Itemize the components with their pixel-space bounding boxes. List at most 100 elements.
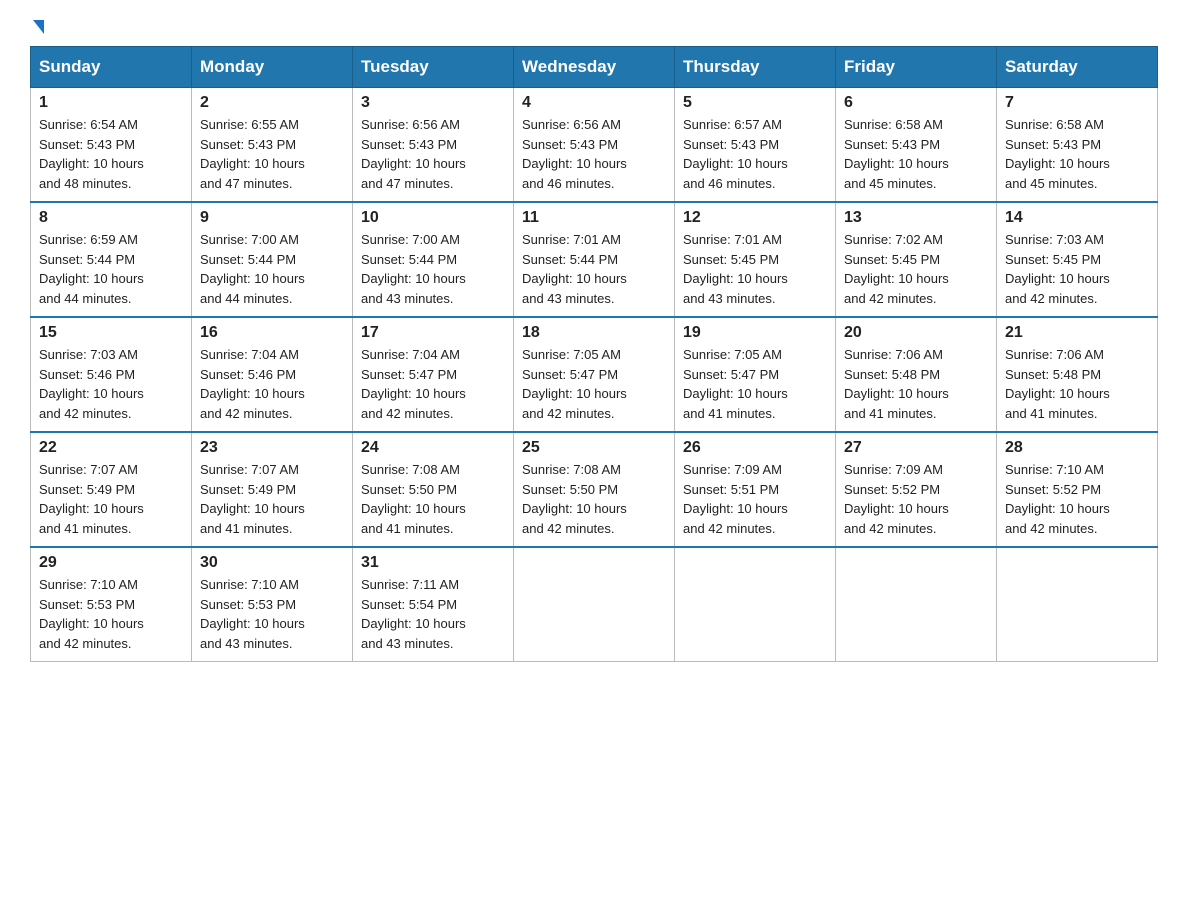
day-header-thursday: Thursday (675, 47, 836, 88)
day-info: Sunrise: 7:07 AMSunset: 5:49 PMDaylight:… (39, 462, 144, 536)
calendar-cell: 13 Sunrise: 7:02 AMSunset: 5:45 PMDaylig… (836, 202, 997, 317)
day-number: 22 (39, 439, 183, 457)
day-info: Sunrise: 7:07 AMSunset: 5:49 PMDaylight:… (200, 462, 305, 536)
day-number: 21 (1005, 324, 1149, 342)
day-info: Sunrise: 7:04 AMSunset: 5:46 PMDaylight:… (200, 347, 305, 421)
day-number: 13 (844, 209, 988, 227)
calendar-cell: 11 Sunrise: 7:01 AMSunset: 5:44 PMDaylig… (514, 202, 675, 317)
day-info: Sunrise: 7:10 AMSunset: 5:53 PMDaylight:… (39, 577, 144, 651)
calendar-cell: 21 Sunrise: 7:06 AMSunset: 5:48 PMDaylig… (997, 317, 1158, 432)
day-header-sunday: Sunday (31, 47, 192, 88)
day-info: Sunrise: 7:03 AMSunset: 5:46 PMDaylight:… (39, 347, 144, 421)
day-info: Sunrise: 7:08 AMSunset: 5:50 PMDaylight:… (361, 462, 466, 536)
day-number: 6 (844, 94, 988, 112)
day-number: 7 (1005, 94, 1149, 112)
day-info: Sunrise: 6:59 AMSunset: 5:44 PMDaylight:… (39, 232, 144, 306)
day-header-monday: Monday (192, 47, 353, 88)
day-number: 8 (39, 209, 183, 227)
calendar-cell: 10 Sunrise: 7:00 AMSunset: 5:44 PMDaylig… (353, 202, 514, 317)
week-row-5: 29 Sunrise: 7:10 AMSunset: 5:53 PMDaylig… (31, 547, 1158, 662)
day-info: Sunrise: 7:10 AMSunset: 5:52 PMDaylight:… (1005, 462, 1110, 536)
day-info: Sunrise: 7:02 AMSunset: 5:45 PMDaylight:… (844, 232, 949, 306)
day-number: 17 (361, 324, 505, 342)
day-header-tuesday: Tuesday (353, 47, 514, 88)
day-info: Sunrise: 7:05 AMSunset: 5:47 PMDaylight:… (522, 347, 627, 421)
calendar-cell: 4 Sunrise: 6:56 AMSunset: 5:43 PMDayligh… (514, 88, 675, 203)
day-info: Sunrise: 7:05 AMSunset: 5:47 PMDaylight:… (683, 347, 788, 421)
calendar-cell: 17 Sunrise: 7:04 AMSunset: 5:47 PMDaylig… (353, 317, 514, 432)
calendar-cell: 18 Sunrise: 7:05 AMSunset: 5:47 PMDaylig… (514, 317, 675, 432)
week-row-3: 15 Sunrise: 7:03 AMSunset: 5:46 PMDaylig… (31, 317, 1158, 432)
calendar-cell (836, 547, 997, 662)
day-info: Sunrise: 7:09 AMSunset: 5:52 PMDaylight:… (844, 462, 949, 536)
day-number: 10 (361, 209, 505, 227)
calendar-cell: 19 Sunrise: 7:05 AMSunset: 5:47 PMDaylig… (675, 317, 836, 432)
calendar-cell: 25 Sunrise: 7:08 AMSunset: 5:50 PMDaylig… (514, 432, 675, 547)
day-info: Sunrise: 7:11 AMSunset: 5:54 PMDaylight:… (361, 577, 466, 651)
day-number: 12 (683, 209, 827, 227)
logo-arrow-icon (33, 20, 44, 34)
calendar-cell: 14 Sunrise: 7:03 AMSunset: 5:45 PMDaylig… (997, 202, 1158, 317)
calendar-cell (675, 547, 836, 662)
day-number: 14 (1005, 209, 1149, 227)
calendar-cell: 26 Sunrise: 7:09 AMSunset: 5:51 PMDaylig… (675, 432, 836, 547)
day-header-wednesday: Wednesday (514, 47, 675, 88)
page-header (30, 20, 1158, 36)
day-number: 2 (200, 94, 344, 112)
calendar-cell: 24 Sunrise: 7:08 AMSunset: 5:50 PMDaylig… (353, 432, 514, 547)
day-info: Sunrise: 6:57 AMSunset: 5:43 PMDaylight:… (683, 117, 788, 191)
header-row: SundayMondayTuesdayWednesdayThursdayFrid… (31, 47, 1158, 88)
day-number: 1 (39, 94, 183, 112)
day-number: 28 (1005, 439, 1149, 457)
day-info: Sunrise: 7:01 AMSunset: 5:44 PMDaylight:… (522, 232, 627, 306)
day-number: 23 (200, 439, 344, 457)
calendar-cell: 6 Sunrise: 6:58 AMSunset: 5:43 PMDayligh… (836, 88, 997, 203)
day-info: Sunrise: 6:55 AMSunset: 5:43 PMDaylight:… (200, 117, 305, 191)
calendar-cell: 28 Sunrise: 7:10 AMSunset: 5:52 PMDaylig… (997, 432, 1158, 547)
calendar-cell: 5 Sunrise: 6:57 AMSunset: 5:43 PMDayligh… (675, 88, 836, 203)
calendar-cell: 1 Sunrise: 6:54 AMSunset: 5:43 PMDayligh… (31, 88, 192, 203)
calendar-cell: 7 Sunrise: 6:58 AMSunset: 5:43 PMDayligh… (997, 88, 1158, 203)
day-header-saturday: Saturday (997, 47, 1158, 88)
day-info: Sunrise: 7:04 AMSunset: 5:47 PMDaylight:… (361, 347, 466, 421)
calendar-cell: 3 Sunrise: 6:56 AMSunset: 5:43 PMDayligh… (353, 88, 514, 203)
day-number: 9 (200, 209, 344, 227)
calendar-cell: 20 Sunrise: 7:06 AMSunset: 5:48 PMDaylig… (836, 317, 997, 432)
day-number: 15 (39, 324, 183, 342)
calendar-cell: 12 Sunrise: 7:01 AMSunset: 5:45 PMDaylig… (675, 202, 836, 317)
calendar-cell: 29 Sunrise: 7:10 AMSunset: 5:53 PMDaylig… (31, 547, 192, 662)
day-number: 3 (361, 94, 505, 112)
calendar-cell: 22 Sunrise: 7:07 AMSunset: 5:49 PMDaylig… (31, 432, 192, 547)
day-info: Sunrise: 7:00 AMSunset: 5:44 PMDaylight:… (361, 232, 466, 306)
day-number: 27 (844, 439, 988, 457)
calendar-cell: 31 Sunrise: 7:11 AMSunset: 5:54 PMDaylig… (353, 547, 514, 662)
day-info: Sunrise: 6:58 AMSunset: 5:43 PMDaylight:… (1005, 117, 1110, 191)
day-info: Sunrise: 7:06 AMSunset: 5:48 PMDaylight:… (1005, 347, 1110, 421)
calendar-cell: 23 Sunrise: 7:07 AMSunset: 5:49 PMDaylig… (192, 432, 353, 547)
week-row-1: 1 Sunrise: 6:54 AMSunset: 5:43 PMDayligh… (31, 88, 1158, 203)
calendar-cell: 16 Sunrise: 7:04 AMSunset: 5:46 PMDaylig… (192, 317, 353, 432)
calendar-cell: 27 Sunrise: 7:09 AMSunset: 5:52 PMDaylig… (836, 432, 997, 547)
week-row-4: 22 Sunrise: 7:07 AMSunset: 5:49 PMDaylig… (31, 432, 1158, 547)
day-info: Sunrise: 7:09 AMSunset: 5:51 PMDaylight:… (683, 462, 788, 536)
day-info: Sunrise: 7:06 AMSunset: 5:48 PMDaylight:… (844, 347, 949, 421)
day-number: 24 (361, 439, 505, 457)
week-row-2: 8 Sunrise: 6:59 AMSunset: 5:44 PMDayligh… (31, 202, 1158, 317)
calendar-cell (997, 547, 1158, 662)
day-number: 20 (844, 324, 988, 342)
day-info: Sunrise: 7:10 AMSunset: 5:53 PMDaylight:… (200, 577, 305, 651)
calendar-cell: 30 Sunrise: 7:10 AMSunset: 5:53 PMDaylig… (192, 547, 353, 662)
day-info: Sunrise: 7:08 AMSunset: 5:50 PMDaylight:… (522, 462, 627, 536)
calendar-cell (514, 547, 675, 662)
day-info: Sunrise: 6:56 AMSunset: 5:43 PMDaylight:… (522, 117, 627, 191)
day-number: 30 (200, 554, 344, 572)
day-number: 5 (683, 94, 827, 112)
day-info: Sunrise: 6:54 AMSunset: 5:43 PMDaylight:… (39, 117, 144, 191)
day-info: Sunrise: 7:03 AMSunset: 5:45 PMDaylight:… (1005, 232, 1110, 306)
day-number: 4 (522, 94, 666, 112)
calendar-table: SundayMondayTuesdayWednesdayThursdayFrid… (30, 46, 1158, 662)
logo (30, 20, 44, 36)
day-number: 18 (522, 324, 666, 342)
calendar-cell: 15 Sunrise: 7:03 AMSunset: 5:46 PMDaylig… (31, 317, 192, 432)
day-info: Sunrise: 7:00 AMSunset: 5:44 PMDaylight:… (200, 232, 305, 306)
